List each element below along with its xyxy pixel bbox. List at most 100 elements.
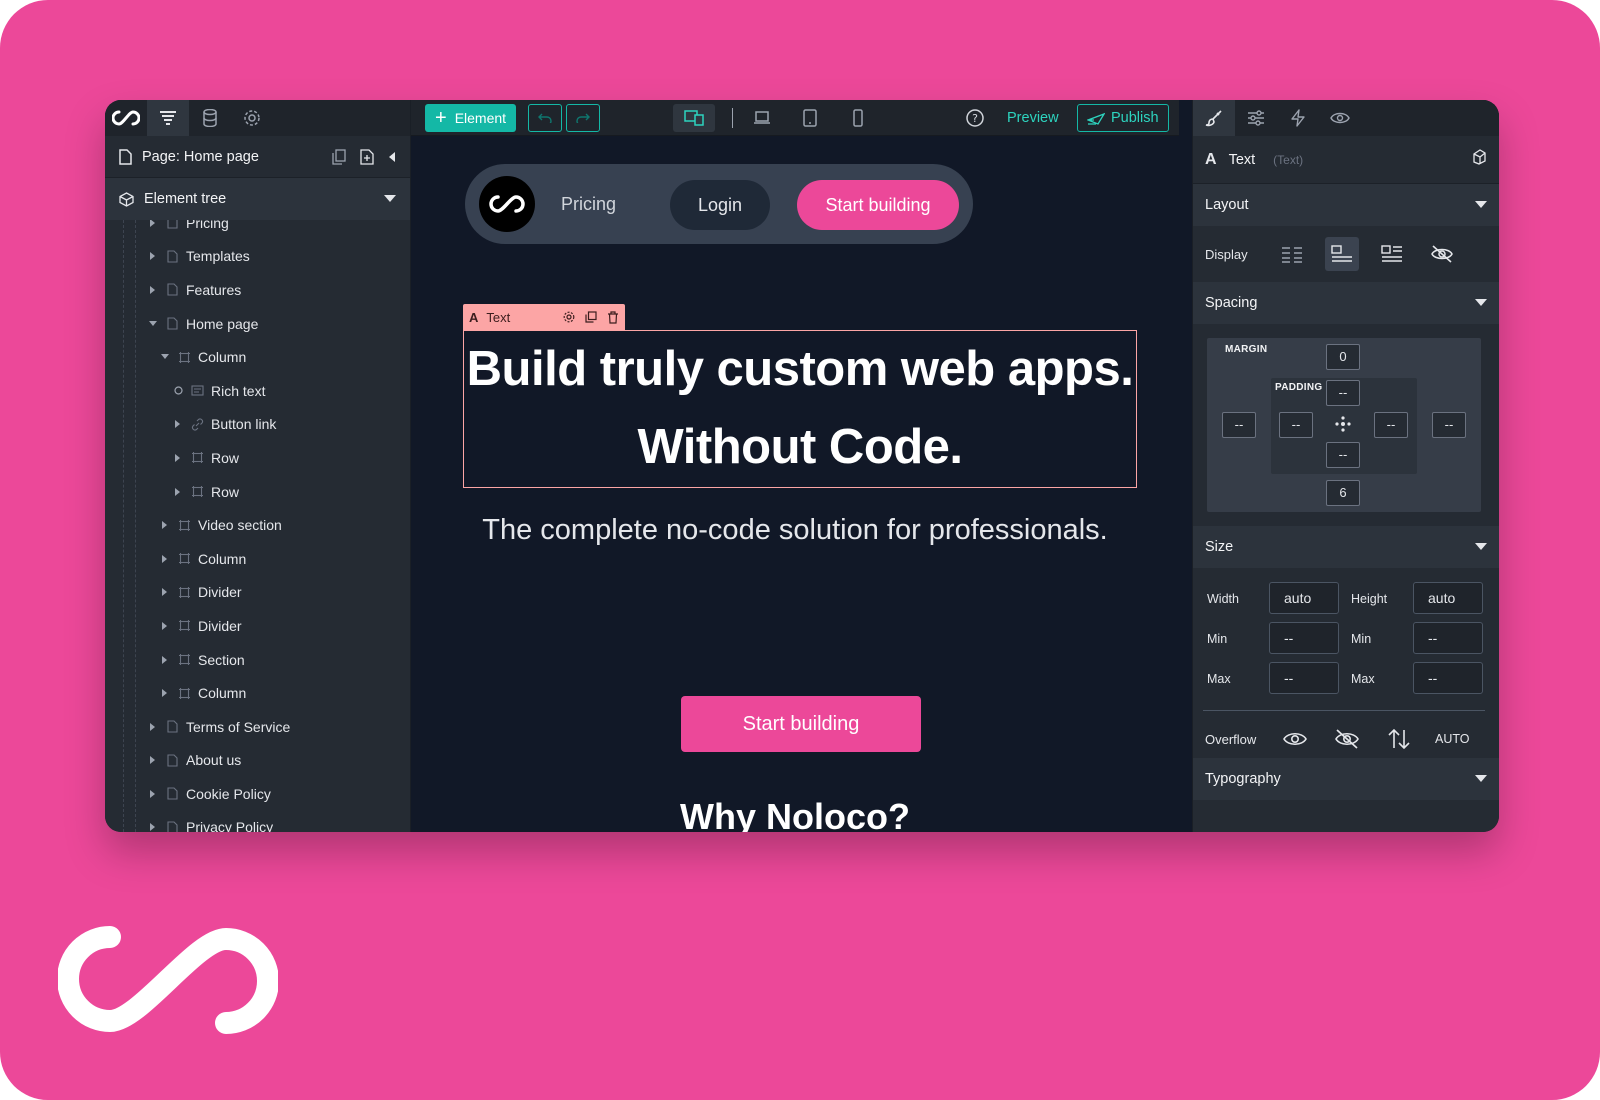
tab-style[interactable]	[1193, 100, 1235, 136]
preview-link[interactable]: Preview	[1007, 100, 1059, 136]
responsive-view-button[interactable]	[673, 104, 715, 132]
caret-right-icon[interactable]	[147, 285, 159, 294]
margin-bottom-input[interactable]: 6	[1326, 480, 1360, 506]
caret-right-icon[interactable]	[172, 487, 184, 496]
save-template-icon[interactable]	[1471, 149, 1487, 170]
tree-item[interactable]: Templates	[105, 240, 410, 274]
tree-item[interactable]: Section	[105, 643, 410, 677]
tree-item[interactable]: Pricing	[105, 220, 410, 240]
min-width-input[interactable]: --	[1269, 622, 1339, 654]
display-inline-block-option[interactable]	[1375, 237, 1409, 271]
tree-item[interactable]: Column	[105, 542, 410, 576]
page-canvas: Pricing Login Start building A Text Buil…	[411, 136, 1179, 832]
collapse-panel-icon[interactable]	[388, 151, 396, 162]
nav-pricing-link[interactable]: Pricing	[561, 164, 616, 244]
tab-settings[interactable]	[231, 100, 273, 136]
overflow-scroll-option[interactable]	[1381, 728, 1417, 750]
tree-item[interactable]: Divider	[105, 609, 410, 643]
tree-item[interactable]: Row	[105, 441, 410, 475]
display-inline-option[interactable]	[1275, 237, 1309, 271]
element-tree-header[interactable]: Element tree	[105, 178, 410, 220]
tree-item[interactable]: Rich text	[105, 374, 410, 408]
nav-start-building-button[interactable]: Start building	[797, 180, 959, 230]
site-logo-icon[interactable]	[479, 176, 535, 232]
duplicate-page-icon[interactable]	[332, 148, 346, 165]
max-height-input[interactable]: --	[1413, 662, 1483, 694]
height-input[interactable]: auto	[1413, 582, 1483, 614]
caret-right-icon[interactable]	[147, 823, 159, 832]
tree-item[interactable]: Privacy Policy	[105, 811, 410, 832]
caret-down-icon[interactable]	[147, 320, 159, 327]
max-width-input[interactable]: --	[1269, 662, 1339, 694]
min-height-input[interactable]: --	[1413, 622, 1483, 654]
caret-down-icon[interactable]	[159, 354, 171, 360]
size-section-header[interactable]: Size	[1193, 526, 1499, 568]
tree-item[interactable]: Cookie Policy	[105, 777, 410, 811]
hero-start-building-button[interactable]: Start building	[681, 696, 921, 752]
tree-item[interactable]: Button link	[105, 408, 410, 442]
tab-data[interactable]	[189, 100, 231, 136]
caret-right-icon[interactable]	[147, 252, 159, 261]
margin-right-input[interactable]: --	[1432, 412, 1466, 438]
caret-right-icon[interactable]	[147, 756, 159, 765]
caret-right-icon[interactable]	[159, 655, 171, 664]
caret-right-icon[interactable]	[172, 420, 184, 429]
tree-item[interactable]: Column	[105, 340, 410, 374]
caret-right-icon[interactable]	[147, 722, 159, 731]
page-selector[interactable]: Page: Home page	[105, 136, 410, 178]
undo-button[interactable]	[528, 103, 563, 132]
padding-left-input[interactable]: --	[1279, 412, 1313, 438]
mobile-view-button[interactable]	[843, 104, 873, 132]
padding-bottom-input[interactable]: --	[1326, 442, 1360, 468]
tree-item[interactable]: Features	[105, 273, 410, 307]
add-element-button[interactable]: + Element	[425, 103, 517, 132]
width-input[interactable]: auto	[1269, 582, 1339, 614]
delete-element-icon[interactable]	[607, 310, 619, 324]
overflow-visible-option[interactable]	[1277, 730, 1313, 748]
add-page-icon[interactable]	[360, 148, 374, 165]
tab-actions[interactable]	[1277, 100, 1319, 136]
display-block-option[interactable]	[1325, 237, 1359, 271]
caret-right-icon[interactable]	[172, 453, 184, 462]
why-section-heading[interactable]: Why Noloco?	[411, 796, 1179, 832]
margin-top-input[interactable]: 0	[1326, 344, 1360, 370]
spacing-section-header[interactable]: Spacing	[1193, 282, 1499, 324]
tree-item[interactable]: Terms of Service	[105, 710, 410, 744]
desktop-view-button[interactable]	[747, 104, 777, 132]
help-button[interactable]: ?	[961, 104, 989, 132]
nav-login-button[interactable]: Login	[670, 180, 770, 230]
display-none-option[interactable]	[1425, 237, 1459, 271]
hero-subheading[interactable]: The complete no-code solution for profes…	[411, 514, 1179, 547]
publish-button[interactable]: Publish	[1077, 104, 1169, 132]
typography-section-header[interactable]: Typography	[1193, 758, 1499, 800]
padding-top-input[interactable]: --	[1326, 380, 1360, 406]
tree-item[interactable]: Divider	[105, 576, 410, 610]
caret-right-icon[interactable]	[159, 554, 171, 563]
caret-right-icon[interactable]	[159, 521, 171, 530]
caret-right-icon[interactable]	[159, 621, 171, 630]
caret-right-icon[interactable]	[159, 689, 171, 698]
tab-properties[interactable]	[1235, 100, 1277, 136]
caret-right-icon[interactable]	[147, 220, 159, 227]
padding-right-input[interactable]: --	[1374, 412, 1408, 438]
element-settings-icon[interactable]	[563, 311, 575, 323]
tablet-view-button[interactable]	[795, 104, 825, 132]
redo-button[interactable]	[566, 103, 601, 132]
caret-right-icon[interactable]	[159, 588, 171, 597]
tree-item[interactable]: About us	[105, 744, 410, 778]
tab-element-tree[interactable]	[147, 100, 189, 136]
duplicate-element-icon[interactable]	[585, 311, 597, 323]
tree-item[interactable]: Video section	[105, 508, 410, 542]
app-logo-icon[interactable]	[105, 100, 147, 136]
leaf-circle-icon[interactable]	[172, 386, 184, 395]
overflow-auto-option[interactable]: AUTO	[1435, 732, 1470, 746]
caret-right-icon[interactable]	[147, 789, 159, 798]
tree-item[interactable]: Row	[105, 475, 410, 509]
overflow-hidden-option[interactable]	[1329, 728, 1365, 750]
tab-visibility[interactable]	[1319, 100, 1361, 136]
hero-headline[interactable]: Build truly custom web apps. Without Cod…	[463, 330, 1137, 486]
margin-left-input[interactable]: --	[1222, 412, 1256, 438]
tree-item[interactable]: Column	[105, 676, 410, 710]
layout-section-header[interactable]: Layout	[1193, 184, 1499, 226]
tree-item[interactable]: Home page	[105, 307, 410, 341]
